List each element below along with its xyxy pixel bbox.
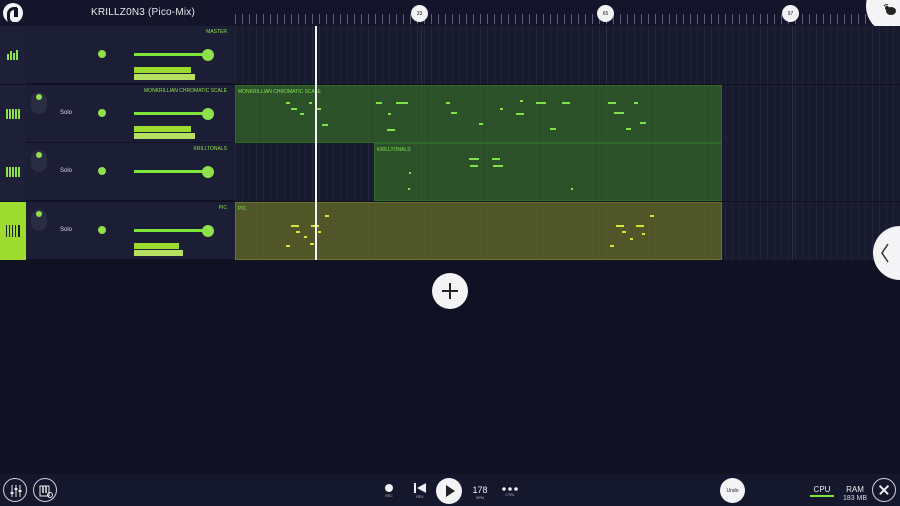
track-icon-button[interactable] [0, 202, 26, 260]
track-lane[interactable] [235, 26, 900, 84]
track-knob[interactable] [31, 92, 47, 114]
record-button[interactable]: REC [378, 478, 400, 502]
pattern-clip[interactable]: KRILLTONALS [374, 143, 722, 201]
level-meter [134, 126, 191, 132]
bar-marker-65[interactable]: 65 [597, 5, 614, 22]
volume-slider[interactable] [134, 108, 214, 120]
piano-roll-icon [6, 167, 20, 177]
rewind-button[interactable]: REV [409, 478, 431, 502]
mixer-faders-icon [10, 485, 22, 497]
track-name: MONKRILLIAN CHROMATIC SCALE [144, 88, 227, 94]
ctrl-button[interactable]: CTRL [499, 478, 521, 502]
record-icon [385, 484, 393, 492]
pattern-clip[interactable]: PIC [235, 202, 722, 260]
bar-marker-33[interactable]: 33 [411, 5, 428, 22]
piano-roll-icon [6, 109, 20, 119]
track-icon-button[interactable] [0, 143, 26, 201]
timeline-ruler[interactable] [235, 14, 900, 24]
track-lane[interactable]: MONKRILLIAN CHROMATIC SCALE [235, 85, 900, 143]
app-logo-icon[interactable] [3, 3, 23, 25]
bpm-control[interactable]: 178 BPM [469, 478, 491, 502]
bpm-value: 178 [472, 485, 488, 495]
track-name: KRILLTONALS [193, 146, 227, 152]
undo-button[interactable]: Undo [720, 478, 745, 503]
pan-slider[interactable] [88, 50, 118, 58]
track-master: MASTER [0, 26, 900, 84]
meter-bars-icon [7, 50, 18, 60]
clip-label: KRILLTONALS [377, 147, 411, 153]
piano-keys-icon [6, 225, 20, 237]
level-meter [134, 74, 195, 80]
level-meter [134, 67, 191, 73]
track-header-master[interactable]: MASTER [0, 26, 235, 84]
pan-slider[interactable] [88, 226, 118, 234]
clip-label: PIC [238, 206, 247, 212]
volume-slider[interactable] [134, 166, 214, 178]
cpu-bar [810, 495, 834, 497]
solo-button[interactable]: Solo [60, 227, 72, 233]
level-meter [134, 133, 195, 139]
level-meter [134, 243, 179, 249]
chevron-left-icon [881, 243, 889, 263]
track-knob[interactable] [31, 209, 47, 231]
skip-back-icon [414, 483, 426, 493]
track-name: MASTER [206, 29, 227, 35]
solo-button[interactable]: Solo [60, 110, 72, 116]
play-button[interactable] [436, 478, 462, 504]
daw-app: KRILLZ0N3 (Pico-Mix) 33 65 97 MASTER MON… [0, 0, 900, 506]
track-icon-button[interactable] [0, 85, 26, 143]
solo-button[interactable]: Solo [60, 168, 72, 174]
track-header-pic[interactable]: PIC Solo [0, 202, 235, 260]
track-lane[interactable]: PIC [235, 202, 900, 260]
close-button[interactable] [872, 478, 896, 502]
track-pic: PIC Solo PIC [0, 202, 900, 260]
level-meter [134, 250, 183, 256]
cpu-meter: CPU [810, 485, 834, 497]
track-header-monkrillian[interactable]: MONKRILLIAN CHROMATIC SCALE Solo [0, 85, 235, 143]
playhead[interactable] [315, 26, 317, 260]
more-dots-icon [502, 487, 518, 491]
track-monkrillian: MONKRILLIAN CHROMATIC SCALE Solo MONKRIL… [0, 85, 900, 143]
track-lane[interactable]: KRILLTONALS [235, 143, 900, 201]
piano-settings-icon [39, 485, 53, 498]
volume-slider[interactable] [134, 225, 214, 237]
top-bar: KRILLZ0N3 (Pico-Mix) 33 65 97 [0, 0, 900, 34]
pan-slider[interactable] [88, 109, 118, 117]
bar-marker-97[interactable]: 97 [782, 5, 799, 22]
pan-slider[interactable] [88, 167, 118, 175]
clip-label: MONKRILLIAN CHROMATIC SCALE [238, 89, 321, 95]
pattern-clip[interactable]: MONKRILLIAN CHROMATIC SCALE [235, 85, 722, 143]
add-track-button[interactable] [432, 273, 468, 309]
volume-slider[interactable] [134, 49, 214, 61]
song-title[interactable]: KRILLZ0N3 (Pico-Mix) [91, 7, 195, 18]
track-icon-button[interactable] [0, 26, 26, 84]
track-krilltonals: KRILLTONALS Solo KRILLTONALS [0, 143, 900, 201]
instrument-button[interactable] [33, 478, 57, 502]
track-knob[interactable] [31, 150, 47, 172]
mouse-icon [883, 4, 896, 15]
track-name: PIC [218, 205, 227, 211]
mixer-button[interactable] [3, 478, 27, 502]
ram-meter: RAM 183 MB [842, 485, 868, 502]
track-header-krilltonals[interactable]: KRILLTONALS Solo [0, 143, 235, 201]
